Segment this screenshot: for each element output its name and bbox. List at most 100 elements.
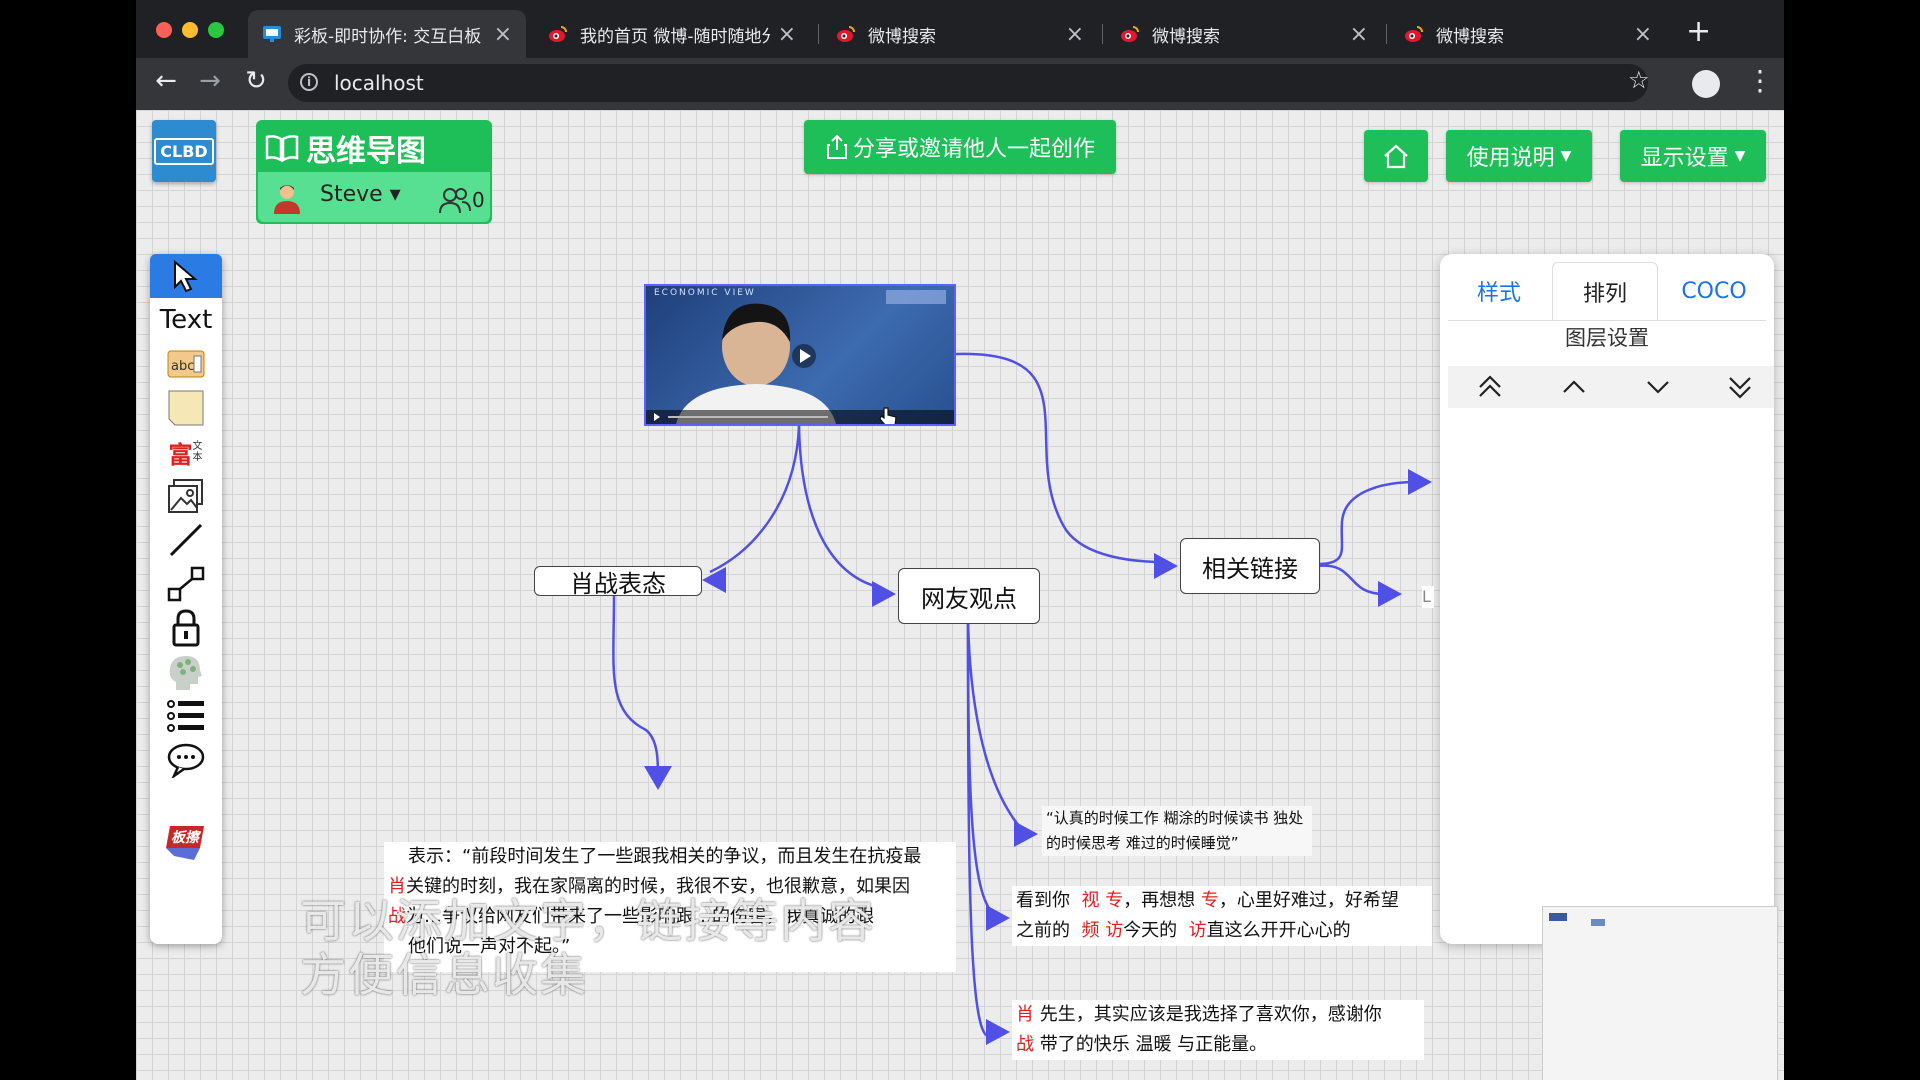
node-label: 肖战表态 <box>570 569 666 598</box>
tab-separator <box>818 24 819 44</box>
weibo-icon <box>837 26 855 42</box>
caiban-favicon-icon <box>263 26 281 42</box>
video-subtitle: 可以添加文字，链接等内容 方便信息收集 <box>300 894 876 1002</box>
comment1-line1: 看到你 视 专，再想想 专，心里好难过，好希望 <box>1016 886 1428 916</box>
comment2-mark: 战 <box>1016 1034 1034 1055</box>
video-node[interactable]: ECONOMIC VIEW <box>644 284 956 426</box>
site-info-icon[interactable]: i <box>300 73 318 91</box>
comment2-line1: 肖 先生，其实应该是我选择了喜欢你，感谢你 <box>1016 1000 1420 1030</box>
comment-card-1[interactable]: 看到你 视 专，再想想 专，心里好难过，好希望 之前的 频 访今天的 访直这么开… <box>1012 886 1432 946</box>
tab-label: 我的首页 微博-随时随地分享 <box>580 26 770 47</box>
maximize-window-button[interactable] <box>208 22 224 38</box>
weibo-icon <box>1121 26 1139 42</box>
address-toolbar: ← → ↻ i localhost ☆ ⋮ <box>136 58 1784 110</box>
close-icon[interactable]: × <box>1634 22 1652 47</box>
tab-coco[interactable]: COCO <box>1660 262 1768 320</box>
video-thumbnail <box>646 290 954 424</box>
node-xiaozhan-statement[interactable]: 肖战表态 <box>534 566 702 598</box>
arrowhead-link2 <box>1378 581 1402 607</box>
comment1-mark: 专 <box>1105 890 1124 911</box>
minimize-window-button[interactable] <box>182 22 198 38</box>
tab-label: 微博搜索 <box>1152 26 1220 47</box>
node-netizen-views[interactable]: 网友观点 <box>898 568 1040 624</box>
close-icon[interactable]: × <box>778 22 796 47</box>
properties-panel: 样式 排列 COCO 图层设置 <box>1440 254 1774 944</box>
minimap-thumbnail <box>1549 913 1605 926</box>
comment2-text: 先生，其实应该是我选择了喜欢你，感谢你 <box>1039 1004 1382 1025</box>
tab-weibo-home[interactable]: 我的首页 微博-随时随地分享 × <box>534 10 810 58</box>
arrowhead-middle <box>872 581 896 607</box>
tab-caiban[interactable]: 彩板-即时协作: 交互白板 × <box>248 10 526 58</box>
comment1-text: 直这么开开心心的 <box>1206 920 1351 941</box>
close-icon[interactable]: × <box>1350 22 1368 47</box>
comment1-mark: 频 <box>1081 920 1100 941</box>
connector-left-down <box>612 595 660 779</box>
comment2-mark: 肖 <box>1016 1004 1034 1025</box>
whiteboard-canvas[interactable]: CLBD 思维导图 Steve ▾ 0 分享或邀请他人一起创作 使用说明 ▼ 显… <box>136 110 1784 1080</box>
connector-link2 <box>1317 564 1385 596</box>
comment1-mark: 视 <box>1081 890 1100 911</box>
arrowhead-link1 <box>1408 469 1432 495</box>
bring-forward-icon[interactable] <box>1554 372 1594 402</box>
arrowhead-quote <box>1014 821 1038 847</box>
profile-avatar-icon[interactable] <box>1692 70 1720 98</box>
comment1-mark: 专 <box>1200 890 1219 911</box>
send-to-back-icon[interactable] <box>1720 372 1760 402</box>
tab-arrange-label: 排列 <box>1582 282 1627 307</box>
connector-left <box>709 425 801 574</box>
node-related-links[interactable]: 相关链接 <box>1180 538 1320 594</box>
arrowhead-comment1 <box>986 905 1010 931</box>
connector-quote <box>966 619 1025 833</box>
comment1-mark: 访 <box>1105 920 1124 941</box>
comment1-mark: 访 <box>1188 920 1207 941</box>
hand-cursor-icon <box>879 407 897 424</box>
bring-to-front-icon[interactable] <box>1470 372 1510 402</box>
comment1-text: ，再想想 <box>1123 890 1196 911</box>
forward-arrow-icon[interactable]: → <box>192 66 228 96</box>
statement-line1: 表示：“前段时间发生了一些跟我相关的争议，而且发生在抗疫最 <box>408 846 922 867</box>
node-label: 相关链接 <box>1202 554 1298 583</box>
tab-label: 微博搜索 <box>1436 26 1504 47</box>
send-backward-icon[interactable] <box>1638 372 1678 402</box>
connector-middle <box>797 425 883 590</box>
tab-style[interactable]: 样式 <box>1450 262 1548 320</box>
subtitle-line1: 可以添加文字，链接等内容 <box>300 894 876 948</box>
bookmark-star-icon[interactable]: ☆ <box>1628 66 1650 94</box>
close-window-button[interactable] <box>156 22 172 38</box>
tab-weibo-search-2[interactable]: 微博搜索 × <box>1106 10 1382 58</box>
tab-coco-label: COCO <box>1681 278 1747 304</box>
close-icon[interactable]: × <box>494 22 512 47</box>
connector-link1 <box>1317 480 1417 566</box>
tab-divider <box>1448 320 1766 321</box>
weibo-icon <box>549 26 567 42</box>
comment1-text: ，心里好难过，好希望 <box>1218 890 1399 911</box>
arrowhead-right <box>1154 553 1178 579</box>
weibo-icon <box>1405 26 1423 42</box>
tab-arrange[interactable]: 排列 <box>1552 262 1658 321</box>
comment2-line2: 战 带了的快乐 温暖 与正能量。 <box>1016 1030 1420 1060</box>
close-icon[interactable]: × <box>1066 22 1084 47</box>
more-menu-icon[interactable]: ⋮ <box>1746 64 1774 97</box>
comment2-text: 带了的快乐 温暖 与正能量。 <box>1039 1034 1268 1055</box>
url-text: localhost <box>334 71 424 95</box>
reload-icon[interactable]: ↻ <box>238 66 274 96</box>
tab-label: 彩板-即时协作: 交互白板 <box>294 26 482 47</box>
tab-weibo-search-1[interactable]: 微博搜索 × <box>822 10 1098 58</box>
comment1-line2: 之前的 频 访今天的 访直这么开开心心的 <box>1016 916 1428 946</box>
partial-node-label: L <box>1422 586 1434 608</box>
arrowhead-comment2 <box>986 1019 1010 1045</box>
arrowhead-down <box>644 766 672 790</box>
browser-window: 彩板-即时协作: 交互白板 × 我的首页 微博-随时随地分享 × 微博搜索 × … <box>136 0 1784 1080</box>
comment1-text: 之前的 <box>1016 920 1070 941</box>
node-label: 网友观点 <box>921 584 1017 613</box>
layer-settings-title: 图层设置 <box>1565 326 1649 350</box>
quote-card[interactable]: “认真的时候工作 糊涂的时候读书 独处的时候思考 难过的时候睡觉” <box>1042 806 1312 856</box>
minimap[interactable] <box>1542 906 1778 1080</box>
comment-card-2[interactable]: 肖 先生，其实应该是我选择了喜欢你，感谢你 战 带了的快乐 温暖 与正能量。 <box>1012 1000 1424 1060</box>
subtitle-line2: 方便信息收集 <box>300 948 588 1002</box>
address-bar[interactable]: i localhost <box>288 64 1648 102</box>
back-arrow-icon[interactable]: ← <box>148 66 184 96</box>
tab-weibo-search-3[interactable]: 微博搜索 × <box>1390 10 1666 58</box>
new-tab-button[interactable]: + <box>1686 14 1711 49</box>
tab-separator <box>1102 24 1103 44</box>
